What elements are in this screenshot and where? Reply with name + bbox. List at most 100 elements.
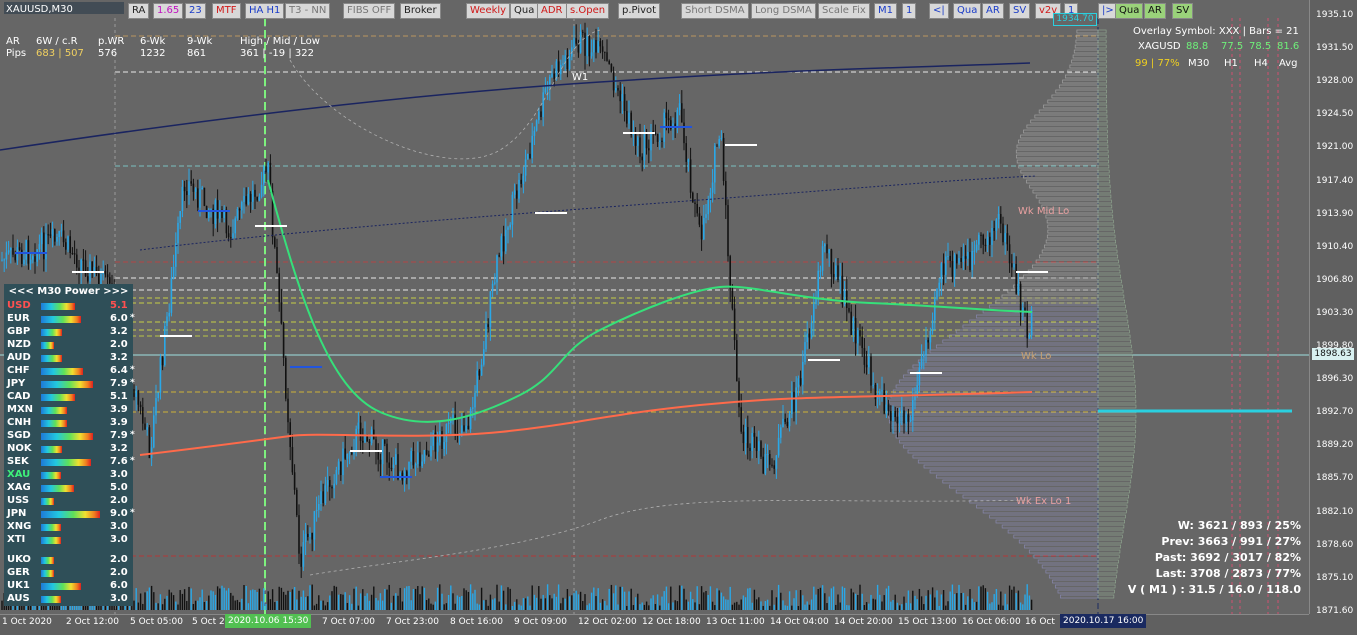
- candle-body: [7, 250, 10, 253]
- candle-body: [610, 63, 613, 72]
- candle-body: [597, 41, 599, 53]
- toolbar-button-ra[interactable]: RA: [128, 3, 150, 19]
- power-row-aud[interactable]: AUD 3.2: [7, 352, 133, 365]
- candle-body: [324, 485, 327, 504]
- toolbar-button-long-dsma[interactable]: Long DSMA: [751, 3, 816, 19]
- price-axis[interactable]: 1935.10 1931.50 1928.00 1924.50 1921.00 1917.…: [1309, 0, 1357, 616]
- power-row-star: *: [130, 430, 135, 440]
- candle-body: [560, 64, 562, 75]
- volume-profile-right-bar: [1097, 299, 1126, 304]
- power-row-name: UK1: [7, 580, 30, 591]
- toolbar-button-qua[interactable]: Qua: [510, 3, 539, 19]
- toolbar-button-broker[interactable]: Broker: [400, 3, 441, 19]
- volume-profile-right-bar: [1097, 254, 1119, 259]
- volume-profile-bar: [1023, 129, 1099, 134]
- candle-body: [267, 162, 269, 173]
- toolbar-button-weekly[interactable]: Weekly: [466, 3, 511, 19]
- power-row-uk1[interactable]: UK1 6.0: [7, 580, 133, 593]
- power-title[interactable]: <<< M30 Power >>>: [4, 286, 133, 297]
- candle-body: [868, 356, 870, 368]
- power-row-sgd[interactable]: SGD 7.9 *: [7, 430, 135, 443]
- candle-body: [835, 265, 837, 278]
- power-row-usd[interactable]: USD 5.1: [7, 300, 133, 313]
- power-row-xng[interactable]: XNG 3.0: [7, 521, 133, 534]
- power-row-xag[interactable]: XAG 5.0: [7, 482, 133, 495]
- candle-body: [47, 234, 49, 236]
- power-row-uss[interactable]: USS 2.0: [7, 495, 133, 508]
- toolbar-button-23[interactable]: 23: [185, 3, 206, 19]
- candle-body: [172, 266, 175, 278]
- power-row-nzd[interactable]: NZD 2.0: [7, 339, 133, 352]
- volume-profile-right-bar: [1097, 89, 1107, 94]
- power-row-value: 3.9: [110, 404, 128, 415]
- candle-body: [364, 435, 366, 443]
- candle-body: [725, 180, 727, 206]
- power-row-ger[interactable]: GER 2.0: [7, 567, 133, 580]
- toolbar-button-fibs-off[interactable]: FIBS OFF: [343, 3, 396, 19]
- power-row-sek[interactable]: SEK 7.6 *: [7, 456, 135, 469]
- power-row-uko[interactable]: UKO 2.0: [7, 554, 133, 567]
- candle-body: [584, 32, 586, 56]
- stats-past: Past: 3692 / 3017 / 82%: [1154, 551, 1301, 564]
- candle-body: [190, 181, 192, 184]
- toolbar-button-p-pivot[interactable]: p.Pivot: [618, 3, 661, 19]
- volume-profile-bar: [917, 359, 1099, 364]
- toolbar-button-qua[interactable]: Qua: [1115, 3, 1144, 19]
- volume-profile-right-bar: [1097, 199, 1112, 204]
- candle-body: [304, 533, 307, 543]
- volume-profile-right-bar: [1097, 259, 1119, 264]
- toolbar-button-t3-nn[interactable]: T3 - NN: [285, 3, 331, 19]
- price-tick-label: 1935.10: [1316, 10, 1354, 20]
- wk-mid-lo-label: Wk Mid Lo: [1018, 206, 1070, 217]
- power-row-aus[interactable]: AUS 3.0: [7, 593, 133, 606]
- toolbar-button-s-open[interactable]: s.Open: [566, 3, 610, 19]
- toolbar-button-short-dsma[interactable]: Short DSMA: [681, 3, 749, 19]
- candle-body: [637, 137, 639, 146]
- candle-body: [494, 282, 496, 284]
- toolbar-button-sv[interactable]: SV: [1172, 3, 1194, 19]
- toolbar-button-[interactable]: <|: [929, 3, 949, 19]
- candle-body: [795, 387, 797, 412]
- toolbar-button-ar[interactable]: AR: [1144, 3, 1166, 19]
- candle-body: [786, 421, 789, 427]
- candle-body: [870, 356, 872, 386]
- candle-body: [344, 448, 346, 459]
- candle-body: [799, 378, 802, 385]
- power-row-mxn[interactable]: MXN 3.9: [7, 404, 133, 417]
- toolbar-button-ar[interactable]: AR: [982, 3, 1004, 19]
- candle-body: [505, 229, 507, 252]
- toolbar-button-m1[interactable]: M1: [874, 3, 897, 19]
- power-row-eur[interactable]: EUR 6.0 *: [7, 313, 135, 326]
- power-row-xti[interactable]: XTI 3.0: [7, 534, 133, 547]
- candle-body: [738, 381, 740, 408]
- candle-body: [744, 426, 747, 444]
- toolbar-button-scale-fix[interactable]: Scale Fix: [818, 3, 870, 19]
- power-row-nok[interactable]: NOK 3.2: [7, 443, 133, 456]
- candle-body: [912, 400, 914, 421]
- candle-body: [839, 275, 841, 280]
- candle-body: [32, 256, 34, 260]
- power-row-chf[interactable]: CHF 6.4 *: [7, 365, 135, 378]
- power-row-cad[interactable]: CAD 5.1: [7, 391, 133, 404]
- candle-body: [751, 432, 753, 451]
- candle-body: [553, 73, 555, 80]
- power-row-cnh[interactable]: CNH 3.9: [7, 417, 133, 430]
- power-row-jpy[interactable]: JPY 7.9 *: [7, 378, 135, 391]
- power-row-gbp[interactable]: GBP 3.2: [7, 326, 133, 339]
- toolbar-button-sv[interactable]: SV: [1009, 3, 1031, 19]
- candle-body: [1028, 335, 1031, 339]
- power-strength-bar: [41, 342, 55, 349]
- candle-body: [522, 175, 525, 184]
- toolbar-button-adr[interactable]: ADR: [537, 3, 567, 19]
- toolbar-button-qua[interactable]: Qua: [953, 3, 982, 19]
- toolbar-button-1[interactable]: 1: [902, 3, 917, 19]
- candle-body: [315, 509, 318, 512]
- toolbar-button-1-65[interactable]: 1.65: [153, 3, 184, 19]
- volume-profile-right-bar: [1097, 334, 1131, 339]
- toolbar-button-mtf[interactable]: MTF: [212, 3, 241, 19]
- power-row-xau[interactable]: XAU 3.0: [7, 469, 133, 482]
- candle-body: [412, 451, 415, 466]
- power-row-jpn[interactable]: JPN 9.0 *: [7, 508, 135, 521]
- toolbar-button-ha-h1[interactable]: HA H1: [245, 3, 285, 19]
- candle-body: [936, 288, 938, 299]
